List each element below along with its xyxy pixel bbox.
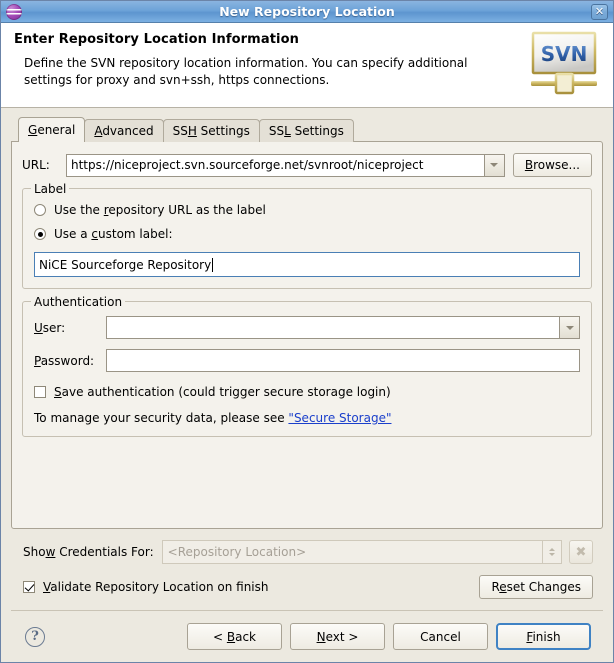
user-label-rest: ser:: [42, 320, 66, 335]
user-input[interactable]: [106, 316, 559, 339]
radio-icon-selected: [34, 228, 46, 240]
show-credentials-label-rest: Credentials For:: [55, 545, 154, 559]
radio-custom-label-rest: ustom label:: [98, 227, 173, 241]
password-row: Password:: [34, 349, 580, 372]
user-combo[interactable]: [106, 316, 580, 339]
show-credentials-spinner: [542, 540, 562, 564]
window-title: New Repository Location: [219, 4, 395, 19]
show-credentials-value: <Repository Location>: [161, 540, 542, 564]
custom-label-input[interactable]: NiCE Sourceforge Repository: [34, 252, 580, 277]
svn-logo-icon: SVN: [531, 31, 597, 95]
url-label: URL:: [22, 158, 50, 172]
browse-label-rest: rowse...: [533, 158, 580, 172]
page-description: Define the SVN repository location infor…: [24, 56, 468, 87]
chevron-down-icon: [490, 163, 499, 167]
svn-globe-icon: [6, 3, 22, 20]
reset-changes-button[interactable]: Reset Changes: [479, 575, 593, 599]
chevron-down-icon: [549, 553, 555, 556]
close-icon[interactable]: ✕: [591, 3, 608, 20]
text-cursor: [212, 257, 214, 272]
url-combo[interactable]: https://niceproject.svn.sourceforge.net/…: [66, 153, 505, 177]
page-title: Enter Repository Location Information: [14, 32, 299, 47]
dialog-footer: ? < Back Next > Cancel Finish: [11, 610, 603, 662]
bottom-controls: Show Credentials For: <Repository Locati…: [11, 529, 603, 599]
url-row: URL: https://niceproject.svn.sourceforge…: [22, 153, 592, 177]
reset-label-rest: set Changes: [506, 580, 581, 594]
tab-panel-general: URL: https://niceproject.svn.sourceforge…: [11, 141, 603, 529]
dialog-body: General Advanced SSH Settings SSL Settin…: [1, 108, 613, 662]
tab-advanced-label-rest: dvanced: [102, 124, 154, 138]
label-group: Label Use the repository URL as the labe…: [22, 182, 592, 289]
chevron-down-icon: [565, 325, 574, 330]
user-label: User:: [34, 320, 66, 335]
clear-credentials-button: ✖: [569, 540, 593, 564]
authentication-group-title: Authentication: [31, 295, 126, 309]
finish-label-rest: inish: [532, 629, 561, 644]
radio-use-url-label-rest: epository URL as the label: [108, 203, 266, 217]
cancel-button[interactable]: Cancel: [393, 623, 488, 650]
finish-button[interactable]: Finish: [496, 623, 591, 650]
user-row: User:: [34, 316, 580, 339]
tab-ssh-label-rest: Settings: [196, 124, 250, 138]
user-dropdown-button[interactable]: [559, 316, 580, 339]
tab-ssh-settings[interactable]: SSH Settings: [162, 119, 260, 142]
secure-storage-hint: To manage your security data, please see…: [34, 411, 580, 425]
save-authentication-checkbox[interactable]: Save authentication (could trigger secur…: [34, 385, 580, 399]
next-button[interactable]: Next >: [290, 623, 385, 650]
tab-ssl-label-rest: Settings: [290, 124, 344, 138]
back-button[interactable]: < Back: [187, 623, 282, 650]
tab-general[interactable]: General: [18, 117, 86, 142]
validate-repository-checkbox[interactable]: Validate Repository Location on finish: [23, 580, 268, 594]
svg-text:SVN: SVN: [541, 42, 588, 66]
validate-row: Validate Repository Location on finish R…: [23, 575, 593, 599]
radio-use-repository-url[interactable]: Use the repository URL as the label: [34, 203, 580, 217]
footer-buttons: < Back Next > Cancel Finish: [187, 623, 591, 650]
tab-advanced[interactable]: Advanced: [84, 119, 164, 142]
show-credentials-combo: <Repository Location>: [161, 540, 562, 564]
chevron-up-icon: [549, 548, 555, 551]
authentication-group: Authentication User: Password: Save auth…: [22, 295, 592, 437]
password-label: Password:: [34, 353, 95, 368]
radio-icon-unselected: [34, 204, 46, 216]
url-dropdown-button[interactable]: [483, 153, 505, 177]
secure-storage-hint-text: To manage your security data, please see: [34, 411, 289, 425]
back-label-rest: ack: [235, 629, 256, 644]
help-icon[interactable]: ?: [25, 626, 45, 647]
title-bar: New Repository Location ✕: [1, 1, 613, 23]
tab-strip: General Advanced SSH Settings SSL Settin…: [11, 117, 603, 142]
url-input[interactable]: https://niceproject.svn.sourceforge.net/…: [66, 153, 484, 177]
password-label-rest: assword:: [40, 353, 95, 368]
checkbox-icon-checked: [23, 581, 35, 593]
new-repository-location-dialog: New Repository Location ✕ Enter Reposito…: [0, 0, 614, 663]
show-credentials-label: Show Credentials For:: [23, 545, 154, 559]
password-input[interactable]: [106, 349, 580, 372]
radio-use-custom-label[interactable]: Use a custom label:: [34, 227, 580, 241]
validate-label-rest: alidate Repository Location on finish: [50, 580, 269, 594]
secure-storage-link[interactable]: "Secure Storage": [288, 411, 391, 425]
next-label-rest: ext >: [325, 629, 359, 644]
tab-ssl-settings[interactable]: SSL Settings: [258, 119, 354, 142]
custom-label-value: NiCE Sourceforge Repository: [39, 257, 212, 272]
checkbox-icon-unchecked: [34, 386, 46, 398]
save-auth-label-rest: ave authentication (could trigger secure…: [61, 385, 391, 399]
dialog-header: Enter Repository Location Information De…: [1, 23, 613, 108]
tab-general-label-rest: eneral: [37, 123, 76, 137]
label-group-title: Label: [31, 182, 70, 196]
browse-button[interactable]: Browse...: [512, 153, 592, 177]
show-credentials-row: Show Credentials For: <Repository Locati…: [23, 540, 593, 564]
